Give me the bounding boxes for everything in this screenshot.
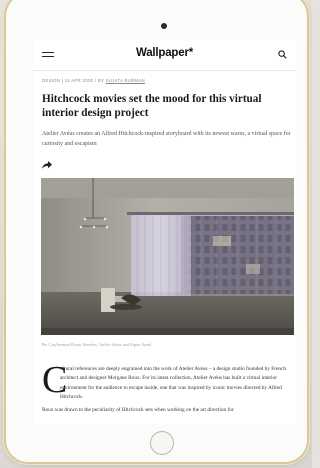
site-logo[interactable]: Wallpaper* (33, 47, 296, 59)
by-prefix: BY (97, 78, 105, 83)
author-link[interactable]: SUJATA BURMAN (106, 78, 145, 83)
share-arrow-icon[interactable] (42, 161, 52, 169)
home-button[interactable] (150, 431, 174, 455)
article-meta: DESIGN | 14 APR 2020 / BY SUJATA BURMAN (42, 78, 145, 83)
article-standfirst: Atelier Avéus creates an Alfred Hitchcoc… (42, 131, 291, 147)
tablet-screen: Wallpaper* DESIGN | 14 APR 2020 / BY SUJ… (33, 40, 296, 424)
article-category[interactable]: DESIGN (42, 78, 60, 83)
article-paragraph-1: ultural references are deeply engrained … (60, 366, 286, 401)
tablet-device: Wallpaper* DESIGN | 14 APR 2020 / BY SUJ… (6, 0, 307, 462)
site-header: Wallpaper* (33, 40, 296, 71)
article-date: 14 APR 2020 (64, 78, 94, 83)
image-caption: The Confinement Room. Renders: Atelier A… (41, 342, 152, 347)
search-icon[interactable] (278, 50, 287, 59)
article-paragraph-2: Roux was drawn to the peculiarity of Hit… (42, 407, 234, 413)
front-camera (161, 23, 167, 29)
hero-image (41, 178, 294, 335)
article-headline: Hitchcock movies set the mood for this v… (42, 93, 262, 119)
